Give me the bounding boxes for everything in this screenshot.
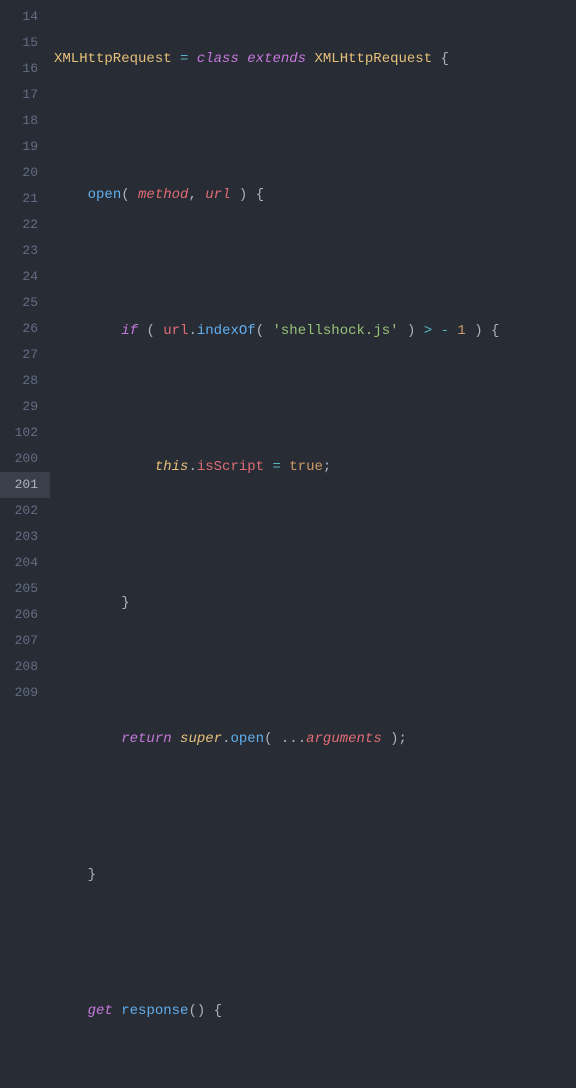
- code-line: XMLHttpRequest = class extends XMLHttpRe…: [50, 46, 576, 72]
- line-number: 21: [8, 186, 38, 212]
- line-number: 205: [8, 576, 38, 602]
- line-number: 16: [8, 56, 38, 82]
- line-number: 22: [8, 212, 38, 238]
- line-number: 14: [8, 4, 38, 30]
- line-number: 209: [8, 680, 38, 706]
- line-number: 25: [8, 290, 38, 316]
- line-number: 20: [8, 160, 38, 186]
- code-line: this.isScript = true;: [50, 454, 576, 480]
- code-line: [50, 386, 576, 412]
- line-number: 204: [8, 550, 38, 576]
- line-number: 208: [8, 654, 38, 680]
- line-number: 200: [8, 446, 38, 472]
- code-line: [50, 1066, 576, 1088]
- line-number: 27: [8, 342, 38, 368]
- code-area[interactable]: XMLHttpRequest = class extends XMLHttpRe…: [50, 0, 576, 544]
- line-number: 28: [8, 368, 38, 394]
- line-number: 29: [8, 394, 38, 420]
- line-number: 26: [8, 316, 38, 342]
- code-line: }: [50, 862, 576, 888]
- code-line: [50, 930, 576, 956]
- code-line: [50, 522, 576, 548]
- code-line: [50, 250, 576, 276]
- code-line: [50, 794, 576, 820]
- code-line: }: [50, 590, 576, 616]
- code-editor[interactable]: 14 15 16 17 18 19 20 21 22 23 24 25 26 2…: [0, 0, 576, 544]
- code-line: [50, 114, 576, 140]
- line-number: 24: [8, 264, 38, 290]
- code-line: open( method, url ) {: [50, 182, 576, 208]
- line-number: 206: [8, 602, 38, 628]
- line-number: 102: [8, 420, 38, 446]
- line-number: 19: [8, 134, 38, 160]
- code-line: [50, 658, 576, 684]
- line-number: 18: [8, 108, 38, 134]
- code-line: get response() {: [50, 998, 576, 1024]
- code-line: return super.open( ...arguments );: [50, 726, 576, 752]
- line-number: 15: [8, 30, 38, 56]
- line-number: 23: [8, 238, 38, 264]
- line-number: 17: [8, 82, 38, 108]
- code-line: if ( url.indexOf( 'shellshock.js' ) > - …: [50, 318, 576, 344]
- line-number: 202: [8, 498, 38, 524]
- line-number: 207: [8, 628, 38, 654]
- line-gutter: 14 15 16 17 18 19 20 21 22 23 24 25 26 2…: [0, 0, 50, 544]
- line-number: 203: [8, 524, 38, 550]
- line-number-active: 201: [0, 472, 50, 498]
